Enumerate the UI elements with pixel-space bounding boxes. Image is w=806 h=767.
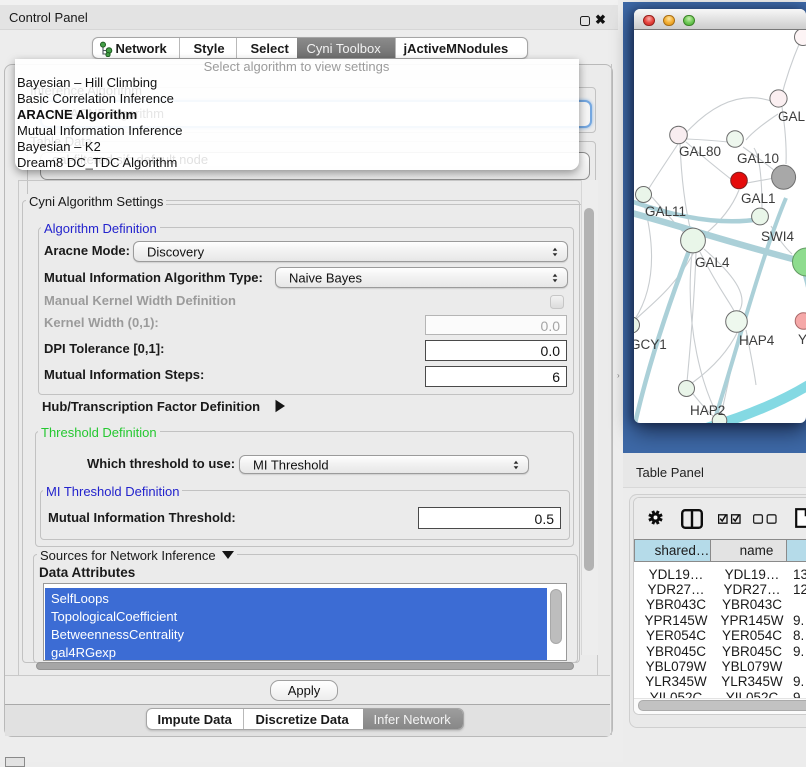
svg-text:GAL4: GAL4 — [695, 255, 730, 270]
svg-text:HAP4: HAP4 — [739, 333, 775, 348]
svg-text:GAL1: GAL1 — [741, 191, 776, 206]
svg-text:SWI4: SWI4 — [761, 229, 794, 244]
svg-text:GCY1: GCY1 — [634, 337, 667, 352]
svg-text:GAL10: GAL10 — [737, 151, 779, 166]
svg-text:HAP2: HAP2 — [690, 403, 725, 418]
svg-text:GAL11: GAL11 — [645, 204, 686, 219]
svg-text:GAL80: GAL80 — [679, 144, 721, 159]
svg-text:GAL: GAL — [778, 109, 806, 124]
svg-text:Y: Y — [798, 332, 806, 347]
